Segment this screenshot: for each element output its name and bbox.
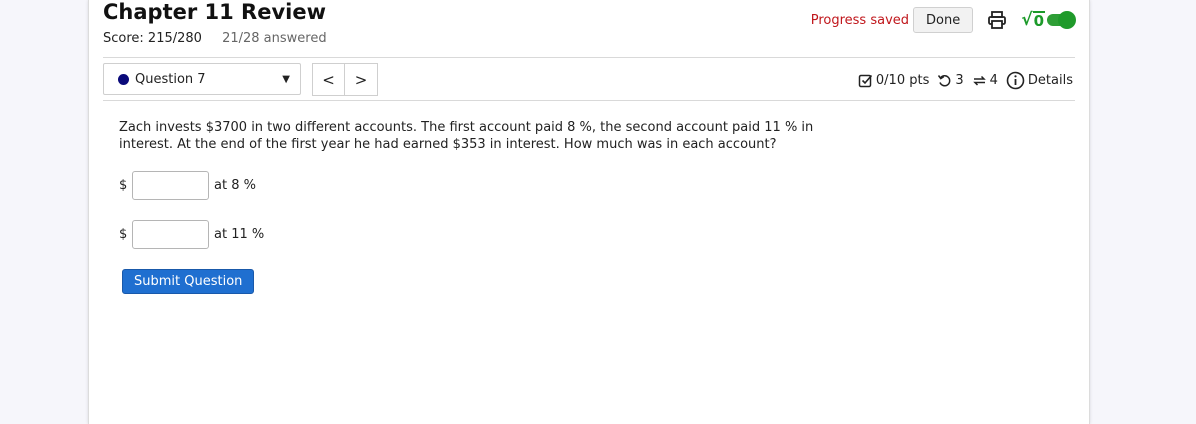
- caret-down-icon: ▼: [282, 73, 290, 85]
- answered-count: 21/28 answered: [222, 31, 327, 46]
- answer-suffix: at 8 %: [214, 178, 256, 193]
- done-button[interactable]: Done: [913, 7, 974, 33]
- toggle-switch[interactable]: [1047, 11, 1076, 29]
- points-text: 0/10 pts: [875, 72, 930, 88]
- attempts-group: 4: [972, 73, 998, 88]
- submit-question-button[interactable]: Submit Question: [122, 269, 255, 294]
- question-status-dot: [118, 73, 129, 85]
- sqrt-box-icon: 0: [1032, 11, 1045, 30]
- answer-prefix: $: [119, 227, 128, 242]
- assignment-page: Chapter 11 Review Score: 215/280 21/28 a…: [88, 0, 1090, 424]
- previous-question-button[interactable]: <: [312, 63, 345, 96]
- details-label: Details: [1027, 72, 1073, 88]
- info-icon: [1006, 71, 1025, 89]
- toggle-knob: [1058, 11, 1076, 29]
- retry-icon: [938, 74, 951, 86]
- question-divider: [103, 100, 1075, 101]
- print-icon[interactable]: [987, 10, 1007, 30]
- header-divider: [103, 57, 1075, 58]
- points-group: 0/10 pts: [858, 73, 929, 88]
- answer-row-1: $ at 8 %: [119, 171, 256, 200]
- details-link[interactable]: Details: [1006, 71, 1073, 90]
- next-question-button[interactable]: >: [345, 63, 378, 96]
- answer-suffix: at 11 %: [214, 227, 265, 242]
- retries-group: 3: [937, 72, 964, 88]
- question-select-label: Question 7: [135, 71, 206, 87]
- answer-input-11-percent[interactable]: [132, 220, 209, 249]
- sqrt-icon: √: [1021, 10, 1033, 30]
- score-row: Score: 215/280 21/28 answered: [103, 31, 327, 47]
- retries-count: 3: [955, 72, 964, 88]
- question-select[interactable]: Question 7 ▼: [103, 63, 301, 95]
- question-nav-buttons: < >: [312, 63, 378, 96]
- math-entry-toggle[interactable]: √ 0: [1021, 10, 1076, 30]
- page-title: Chapter 11 Review: [103, 0, 326, 24]
- top-toolbar: Progress saved Done √ 0: [810, 6, 1076, 34]
- checkbox-icon: [858, 74, 873, 87]
- answer-row-2: $ at 11 %: [119, 220, 264, 249]
- question-info-bar: 0/10 pts 3 4 Details: [858, 68, 1073, 92]
- score-text: Score: 215/280: [103, 31, 202, 46]
- attempts-count: 4: [989, 72, 998, 88]
- answer-prefix: $: [119, 178, 128, 193]
- answer-input-8-percent[interactable]: [132, 171, 209, 200]
- attempts-icon: [972, 75, 986, 86]
- question-text: Zach invests $3700 in two different acco…: [119, 120, 814, 152]
- progress-saved-status: Progress saved: [810, 12, 910, 28]
